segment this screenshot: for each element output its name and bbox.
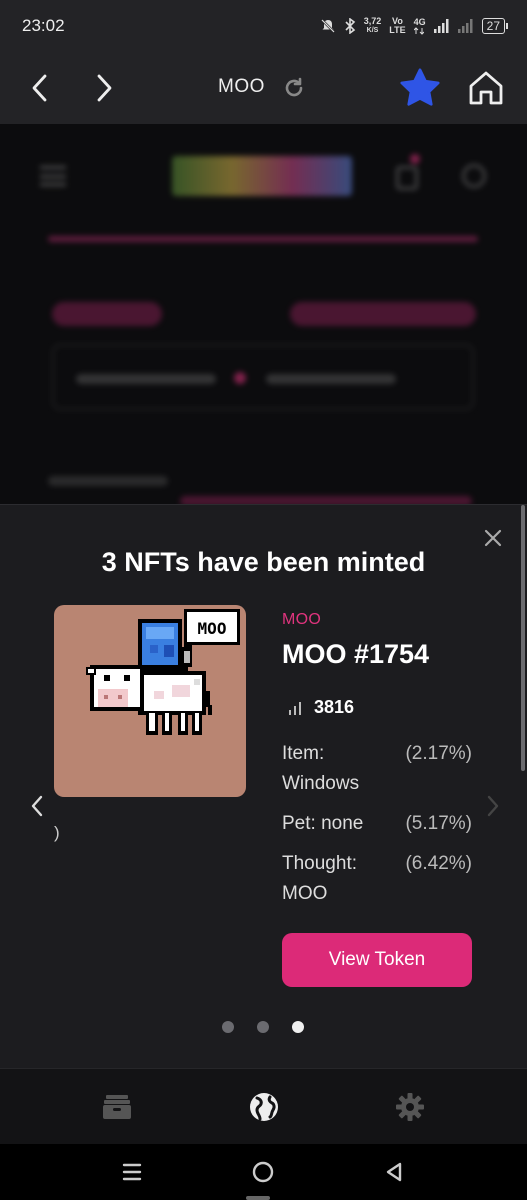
view-token-button[interactable]: View Token [282, 933, 472, 987]
net-speed-unit: K/S [366, 27, 379, 34]
back-triangle-icon [386, 1162, 402, 1182]
menu-icon [40, 166, 66, 186]
prev-button[interactable] [22, 791, 52, 821]
nav-wallet[interactable] [99, 1089, 135, 1125]
status-bar: 23:02 3,72 K/S Vo LTE 4G 27 [0, 0, 527, 52]
notification-dot [410, 154, 420, 164]
pagination-dot[interactable] [222, 1021, 234, 1033]
nft-image[interactable]: MOO [54, 605, 246, 797]
network-type-label: 4G [413, 16, 426, 27]
trait-percent: (6.42%) [405, 853, 472, 874]
trait-thought: Thought: MOO (6.42%) [282, 849, 472, 909]
progress-line [48, 236, 478, 242]
blurred-pill [290, 302, 476, 326]
reload-button[interactable] [272, 66, 316, 110]
star-icon [400, 68, 440, 106]
collection-name[interactable]: MOO [282, 611, 321, 629]
blurred-text [76, 374, 216, 384]
home-indicator [246, 1196, 270, 1200]
trait-label: Thought: [282, 853, 357, 874]
home-circle-icon [252, 1161, 274, 1183]
trait-value: Windows [282, 773, 360, 794]
trait-label: Pet: none [282, 813, 364, 834]
cow-pixel-art: MOO [86, 609, 240, 735]
wallet-icon [103, 1095, 131, 1119]
nav-settings[interactable] [392, 1089, 428, 1125]
back-system-button[interactable] [378, 1156, 410, 1188]
system-nav-bar [0, 1144, 527, 1200]
search-icon [462, 164, 486, 188]
recents-icon [122, 1163, 142, 1181]
volte-badge: Vo LTE [389, 17, 405, 35]
mute-icon [320, 19, 335, 33]
page-title: MOO [218, 76, 265, 97]
blurred-bar [180, 496, 472, 504]
net-speed-value: 3,72 [363, 16, 382, 26]
trait-pet: Pet: none (5.17%) [282, 809, 472, 839]
trait-value: MOO [282, 883, 328, 904]
blurred-text [266, 374, 396, 384]
status-time: 23:02 [22, 16, 65, 35]
trait-item: Item: Windows (2.17%) [282, 739, 472, 799]
chevron-left-icon [31, 795, 43, 817]
chevron-right-icon [487, 795, 499, 817]
page-background [0, 124, 527, 504]
modal-title: 3 NFTs have been minted [101, 547, 426, 577]
globe-icon [250, 1093, 278, 1121]
bubble-text: MOO [198, 619, 227, 638]
volte-bottom: LTE [389, 25, 406, 35]
trait-label: Item: [282, 743, 325, 764]
blurred-dot [234, 372, 246, 384]
mint-modal: 3 NFTs have been minted MOO) MOO MOO #1… [0, 504, 527, 1068]
site-logo [172, 156, 352, 196]
home-button[interactable] [464, 66, 508, 110]
home-system-button[interactable] [247, 1156, 279, 1188]
pagination-dots [222, 1021, 304, 1033]
trait-percent: (2.17%) [405, 743, 472, 764]
net-speed: 3,72 K/S [364, 17, 382, 35]
rank-value: 3816 [314, 697, 355, 717]
pagination-dot[interactable] [257, 1021, 269, 1033]
battery-indicator: 27 [481, 18, 509, 34]
bookmark-button[interactable] [398, 66, 442, 110]
next-button[interactable] [478, 791, 508, 821]
bag-icon [396, 166, 418, 190]
app-bottom-nav [0, 1068, 527, 1144]
token-name: MOO #1754 [282, 639, 430, 669]
browser-toolbar: MOO [0, 52, 527, 124]
trait-percent: (5.17%) [405, 813, 472, 834]
blurred-pill [52, 302, 162, 326]
recents-button[interactable] [116, 1156, 148, 1188]
rank-bars-icon [289, 701, 301, 715]
status-icons: 3,72 K/S Vo LTE 4G 27 [320, 16, 509, 35]
rarity-rank: 3816 [288, 697, 354, 718]
scrollbar[interactable] [521, 505, 525, 771]
signal-icon [433, 19, 449, 33]
home-icon [469, 71, 503, 105]
reload-icon [285, 77, 303, 97]
extra-text: ) [54, 823, 60, 842]
blurred-text [48, 476, 168, 486]
back-icon [32, 74, 47, 102]
signal-2-icon [457, 19, 473, 33]
forward-icon [97, 74, 112, 102]
bluetooth-icon [345, 18, 355, 34]
network-type: 4G [413, 16, 426, 35]
gear-icon [396, 1093, 424, 1121]
pagination-dot-active[interactable] [292, 1021, 304, 1033]
close-icon [484, 529, 502, 547]
back-button[interactable] [18, 66, 62, 110]
forward-button[interactable] [82, 66, 126, 110]
nav-browser[interactable] [246, 1089, 282, 1125]
data-arrows-icon [413, 26, 424, 35]
